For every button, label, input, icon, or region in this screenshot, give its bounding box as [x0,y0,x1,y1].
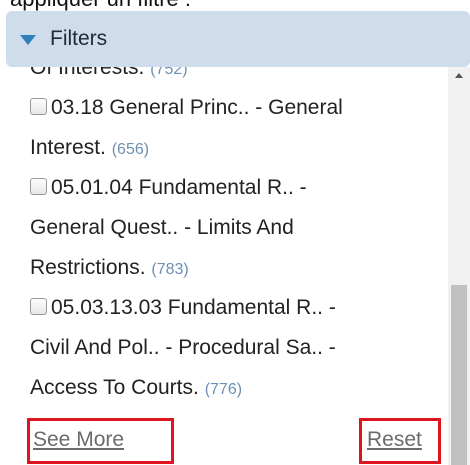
triangle-down-icon [20,35,36,45]
list-item-continued: Access To Courts. (776) [30,368,440,408]
filter-count: (783) [151,261,189,278]
reset-highlight-box [359,418,441,464]
filter-label: Civil And Pol.. - Procedural Sa.. - [30,336,336,359]
filter-count: (656) [111,141,150,158]
filters-title: Filters [50,27,108,50]
filter-checkbox[interactable] [30,298,47,315]
scrollbar-thumb[interactable] [451,285,467,465]
filter-checkbox[interactable] [30,98,47,115]
filter-label: Interest. [30,136,106,159]
list-item[interactable]: 05.01.04 Fundamental R.. - [30,168,440,208]
filter-label: Access To Courts. [30,376,199,399]
see-more-highlight-box [27,418,174,464]
filter-label: 03.18 General Princ.. - General [51,96,343,119]
list-item-continued: Interest. (656) [30,128,440,168]
list-item-continued: Restrictions. (783) [30,248,440,288]
list-item[interactable]: 05.03.13.03 Fundamental R.. - [30,288,440,328]
filter-label: General Quest.. - Limits And [30,216,294,239]
filter-checkbox[interactable] [30,178,47,195]
filters-panel: Of Interests. (752) 03.18 General Princ.… [6,56,448,465]
scroll-up-arrow-icon[interactable] [455,73,463,78]
filter-label: Restrictions. [30,256,146,279]
filter-count: (776) [204,381,243,398]
filters-accordion-header[interactable]: Filters [6,11,470,67]
filter-label: 05.01.04 Fundamental R.. - [51,176,307,199]
filter-label: 05.03.13.03 Fundamental R.. - [51,296,336,319]
list-item[interactable]: 03.18 General Princ.. - General [30,88,440,128]
list-item-continued: General Quest.. - Limits And [30,208,440,248]
list-item-continued: Civil And Pol.. - Procedural Sa.. - [30,328,440,368]
filter-list: Of Interests. (752) 03.18 General Princ.… [30,56,440,408]
scrollbar[interactable] [448,67,470,465]
